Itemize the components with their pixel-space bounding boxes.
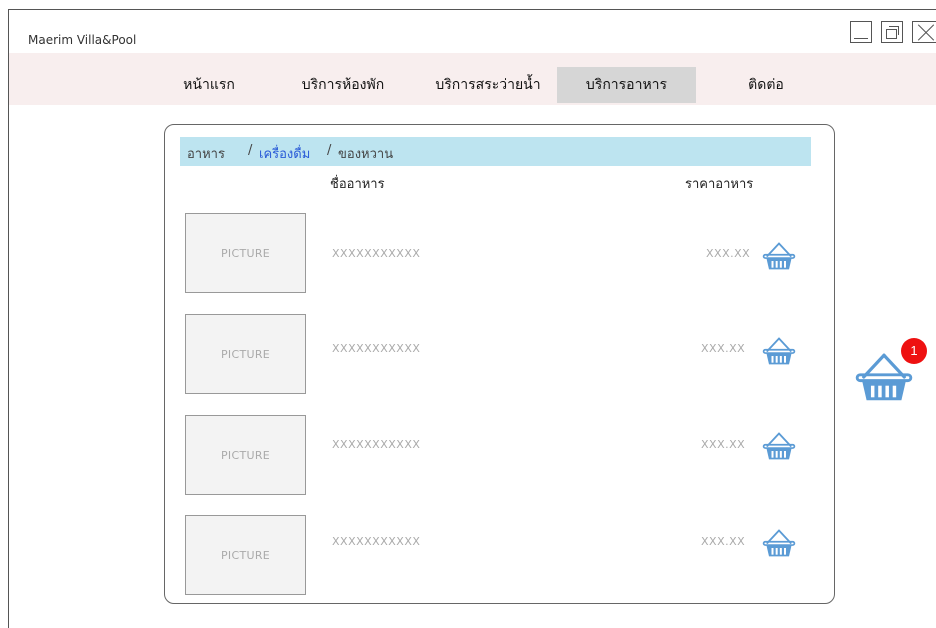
food-name: XXXXXXXXXXX xyxy=(332,438,421,451)
food-picture: PICTURE xyxy=(185,415,306,495)
cart-count-badge: 1 xyxy=(901,338,927,364)
minimize-button[interactable] xyxy=(850,21,872,43)
column-header-price: ราคาอาหาร xyxy=(685,177,754,192)
nav-rooms[interactable]: บริการห้องพัก xyxy=(286,67,400,103)
breadcrumb-drinks[interactable]: เครื่องดื่ม xyxy=(259,143,310,164)
food-price: XXX.XX xyxy=(701,535,746,548)
food-name: XXXXXXXXXXX xyxy=(332,535,421,548)
food-name: XXXXXXXXXXX xyxy=(332,247,421,260)
app-title: Maerim Villa&Pool xyxy=(28,33,137,47)
breadcrumb-food[interactable]: อาหาร xyxy=(187,143,225,164)
food-price: XXX.XX xyxy=(701,438,746,451)
breadcrumb-separator: / xyxy=(327,143,332,158)
nav-home[interactable]: หน้าแรก xyxy=(168,67,250,103)
breadcrumb-separator: / xyxy=(248,143,253,158)
basket-icon[interactable] xyxy=(762,241,796,271)
column-header-name: ชื่ออาหาร xyxy=(330,177,385,192)
restore-button[interactable] xyxy=(881,21,903,43)
food-picture: PICTURE xyxy=(185,213,306,293)
food-price: XXX.XX xyxy=(701,342,746,355)
food-name: XXXXXXXXXXX xyxy=(332,342,421,355)
close-button[interactable] xyxy=(912,21,936,43)
food-price: XXX.XX xyxy=(706,247,751,260)
basket-icon[interactable] xyxy=(762,528,796,558)
food-picture: PICTURE xyxy=(185,515,306,595)
nav-food[interactable]: บริการอาหาร xyxy=(557,67,696,103)
food-picture: PICTURE xyxy=(185,314,306,394)
breadcrumb-desserts[interactable]: ของหวาน xyxy=(338,143,393,164)
nav-contact[interactable]: ติดต่อ xyxy=(730,67,802,103)
basket-icon[interactable] xyxy=(762,431,796,461)
nav-pool[interactable]: บริการสระว่ายน้ำ xyxy=(421,67,555,103)
basket-icon[interactable] xyxy=(762,336,796,366)
